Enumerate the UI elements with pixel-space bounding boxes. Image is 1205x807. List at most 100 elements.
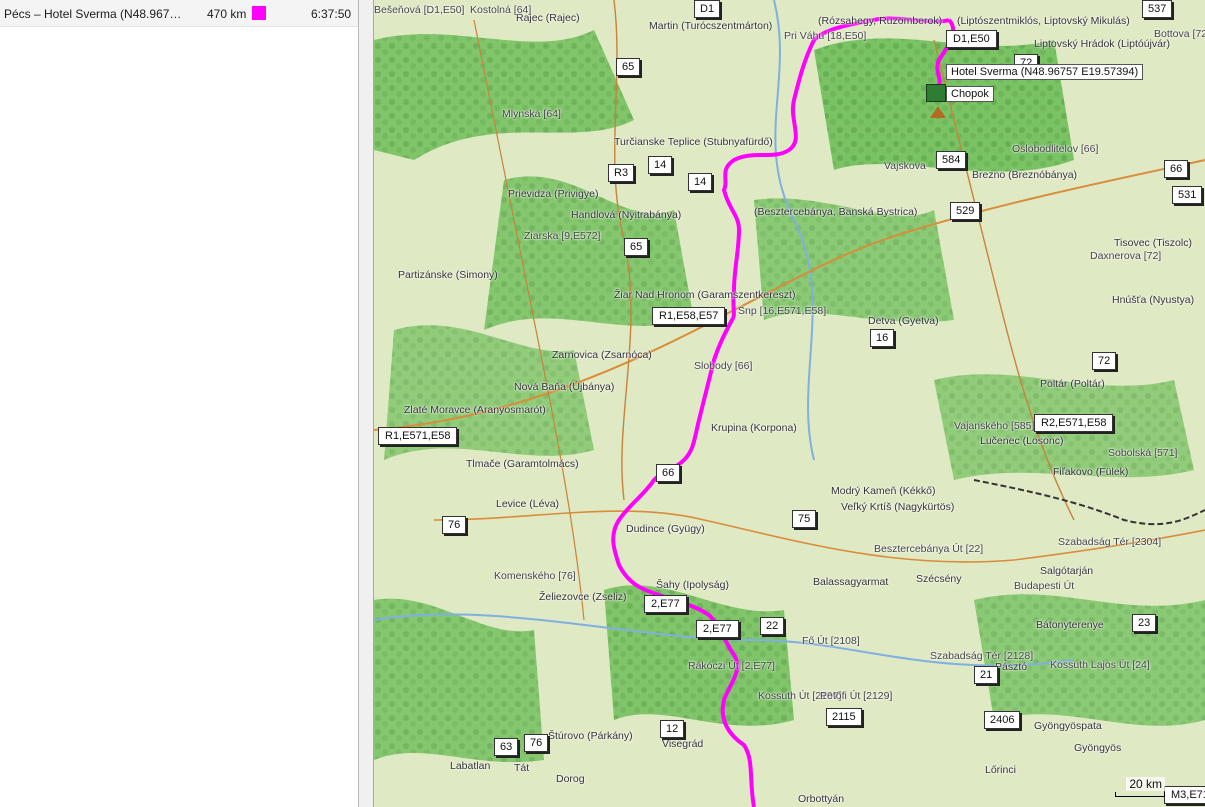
place-label: Želiezovce (Zseliz) bbox=[539, 591, 627, 603]
place-label: Krupina (Korpona) bbox=[711, 422, 797, 434]
road-shield: 63 bbox=[494, 738, 519, 756]
place-label: Balassagyarmat bbox=[813, 576, 889, 588]
place-label: Šahy (Ipolyság) bbox=[656, 579, 729, 591]
road-shield: 2115 bbox=[826, 708, 862, 726]
place-label: Tisovec (Tiszolc) bbox=[1114, 237, 1192, 249]
road-label: Szabadság Tér [2128] bbox=[930, 650, 1034, 662]
place-label: Modrý Kameň (Kékkő) bbox=[831, 485, 936, 497]
place-label: Poltár (Poltár) bbox=[1040, 378, 1105, 390]
place-label: Bátonyterenye bbox=[1036, 619, 1104, 631]
road-shield: 2,E77 bbox=[644, 595, 687, 613]
hotel-label[interactable]: Hotel Sverma (N48.96757 E19.57394) bbox=[946, 64, 1144, 80]
road-label: Budapesti Út bbox=[1014, 580, 1075, 592]
route-distance: 470 km bbox=[207, 7, 247, 21]
scale-label: 20 km bbox=[1126, 777, 1165, 791]
road-label: Daxnerova [72] bbox=[1090, 250, 1162, 262]
road-label: Vajanského [585] bbox=[954, 420, 1035, 432]
road-label: Oslobodlitelov [66] bbox=[1012, 143, 1099, 155]
route-name: Pécs – Hotel Sverma (N48.96757… bbox=[4, 7, 184, 21]
place-label: Pásztó bbox=[995, 661, 1028, 673]
place-label: Dorog bbox=[556, 773, 585, 785]
place-label: Tlmače (Garamtolmács) bbox=[466, 458, 579, 470]
road-shield: 22 bbox=[760, 617, 785, 635]
place-label: Štúrovo (Párkány) bbox=[548, 730, 633, 742]
road-shield: R3 bbox=[608, 164, 635, 182]
road-label: Petőfi Út [2129] bbox=[820, 690, 893, 702]
pane-splitter[interactable] bbox=[359, 0, 374, 807]
road-label: Komenského [76] bbox=[494, 570, 576, 582]
place-label: Prievidza (Privigye) bbox=[508, 188, 599, 200]
mountain-peak-icon bbox=[930, 106, 946, 118]
road-shield: D1 bbox=[694, 0, 721, 18]
road-shield: 584 bbox=[936, 151, 967, 169]
road-label: Slobody [66] bbox=[694, 360, 753, 372]
place-label: Gyöngyös bbox=[1074, 742, 1122, 754]
road-shield: 23 bbox=[1132, 614, 1157, 632]
road-shield: 14 bbox=[688, 173, 713, 191]
road-label: Bottova [72] bbox=[1154, 28, 1205, 40]
road-label: Mlynská [64] bbox=[502, 108, 561, 120]
road-label: Bešeňová [D1,E50] bbox=[374, 4, 465, 16]
road-shield: 14 bbox=[648, 156, 673, 174]
road-shield: R1,E571,E58 bbox=[378, 427, 458, 445]
place-label: Handlová (Nyitrabánya) bbox=[571, 209, 682, 221]
place-label: Salgótarján bbox=[1040, 565, 1094, 577]
place-label: Turčianske Teplice (Stubnyafürdő) bbox=[614, 136, 773, 148]
road-shield: 75 bbox=[792, 510, 817, 528]
road-shield: 72 bbox=[1092, 352, 1117, 370]
scale-bar bbox=[1115, 792, 1165, 797]
road-label: Vajskova bbox=[884, 160, 926, 172]
road-shield: 65 bbox=[616, 58, 641, 76]
road-shield: 529 bbox=[950, 202, 981, 220]
place-label: Labatlan bbox=[450, 760, 491, 772]
place-label: Visegrád bbox=[662, 738, 704, 750]
place-label: Zarnovica (Zsarnóca) bbox=[552, 349, 652, 361]
road-label: Snp [16,E571,E58] bbox=[738, 305, 827, 317]
route-row[interactable]: Pécs – Hotel Sverma (N48.96757… 470 km 6… bbox=[0, 0, 358, 27]
road-shield: 2,E77 bbox=[696, 620, 739, 638]
road-shield: 21 bbox=[974, 666, 999, 684]
road-label: Fő Út [2108] bbox=[802, 635, 860, 647]
road-label: Rákóczi Út [2,E77] bbox=[688, 660, 775, 672]
place-label: Žiar Nad Hronom (Garamszentkereszt) bbox=[614, 289, 796, 301]
hotel-icon[interactable] bbox=[926, 84, 946, 102]
road-label: Sobolská [571] bbox=[1108, 447, 1178, 459]
place-label: Fiľakovo (Fülek) bbox=[1053, 466, 1129, 478]
road-shield: 12 bbox=[660, 720, 685, 738]
place-label: Detva (Gyetva) bbox=[868, 315, 939, 327]
route-list-panel: Pécs – Hotel Sverma (N48.96757… 470 km 6… bbox=[0, 0, 359, 807]
peak-label[interactable]: Chopok bbox=[946, 86, 994, 102]
road-shield: 16 bbox=[870, 329, 895, 347]
road-shield: 76 bbox=[524, 734, 549, 752]
road-shield: 65 bbox=[624, 238, 649, 256]
road-shield: R1,E58,E57 bbox=[652, 307, 726, 325]
road-shield: 66 bbox=[656, 464, 681, 482]
road-shield: 531 bbox=[1172, 186, 1203, 204]
road-label: Szabadság Tér [2304] bbox=[1058, 536, 1162, 548]
map-canvas[interactable]: Rajec (Rajec) Martin (Turócszentmárton) … bbox=[374, 0, 1205, 807]
road-shield: 66 bbox=[1164, 160, 1189, 178]
road-label: Besztercebánya Út [22] bbox=[874, 543, 984, 555]
road-shield: D1,E50 bbox=[946, 30, 997, 48]
route-color-swatch[interactable] bbox=[252, 6, 266, 20]
place-label: (Liptószentmiklós, Liptovský Mikulás) bbox=[957, 15, 1130, 27]
place-label: Liptovský Hrádok (Liptóújvár) bbox=[1034, 38, 1170, 50]
place-label: Nová Baňa (Újbánya) bbox=[514, 381, 615, 393]
road-label: Kostolná [64] bbox=[470, 4, 532, 16]
road-shield: 76 bbox=[442, 516, 467, 534]
place-label: (Rózsahegy, Ruzomberok) bbox=[818, 15, 943, 27]
place-label: (Besztercebánya, Banská Bystrica) bbox=[754, 206, 918, 218]
place-label: Zlaté Moravce (Aranyosmarót) bbox=[404, 404, 546, 416]
place-label: Hnúšťa (Nyustya) bbox=[1112, 294, 1195, 306]
place-label: Dudince (Gyügy) bbox=[626, 523, 705, 535]
road-shield: M3,E71 bbox=[1164, 786, 1205, 804]
road-shield: R2,E571,E58 bbox=[1034, 414, 1114, 432]
road-label: Ziarska [9,E572] bbox=[524, 230, 601, 242]
place-label: Brezno (Breznóbánya) bbox=[972, 169, 1078, 181]
place-label: Gyöngyöspata bbox=[1034, 720, 1102, 732]
road-shield: 2406 bbox=[984, 711, 1021, 729]
place-label: Tát bbox=[514, 762, 530, 774]
road-label: Pri Váhu [18,E50] bbox=[784, 30, 867, 42]
road-label: Kossuth Lajos Út [24] bbox=[1050, 659, 1150, 671]
road-shield: 537 bbox=[1142, 0, 1173, 18]
